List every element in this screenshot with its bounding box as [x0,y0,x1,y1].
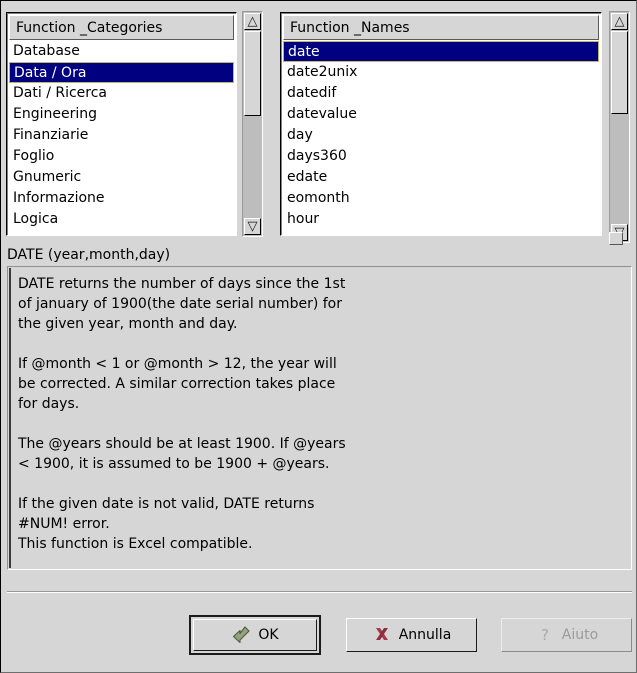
function-names-listbox[interactable]: Function _Names date date2unix datedif date… [280,12,602,236]
description-line: If the given date is not valid, DATE ret… [18,496,315,512]
function-category-label: Foglio [13,148,55,164]
cancel-button[interactable]: Annulla [346,618,477,652]
function-category-row[interactable]: Finanziarie [9,125,234,146]
help-button[interactable]: ? Aiuto [501,618,632,652]
categories-scroll-up-button[interactable]: △ [244,13,261,30]
help-button-label: Aiuto [561,627,599,643]
function-name-label: datevalue [287,106,357,122]
function-categories-items[interactable]: Database Data / Ora Dati / Ricerca Engineer… [9,41,234,235]
function-description-text: DATE returns the number of days since th… [9,268,630,568]
function-name-row[interactable]: datedif [283,83,599,104]
description-line: for days. [18,396,80,412]
red-x-icon [372,625,392,645]
description-line: the given year, month and day. [18,316,238,332]
function-names-items[interactable]: date date2unix datedif datevalue day days360 e… [283,41,599,235]
description-line: of january of 1900(the date serial numbe… [18,296,342,312]
function-name-label: eomonth [287,190,350,206]
svg-text:?: ? [541,626,549,644]
function-category-row[interactable]: Data / Ora [9,62,234,83]
function-name-row[interactable]: date2unix [283,62,599,83]
function-name-label: day [287,127,313,143]
names-scrollbar[interactable]: △ ▽ [609,11,630,243]
function-category-label: Finanziarie [13,127,89,143]
function-category-row[interactable]: Gnumeric [9,167,234,188]
action-area-separator [7,591,632,593]
function-category-label: Data / Ora [14,65,87,81]
resize-grip-icon[interactable] [609,232,623,245]
ok-button-label: OK [258,627,279,643]
function-name-row[interactable]: hour [283,209,599,230]
lists-row: Function _Categories Database Data / Ora D… [6,7,633,243]
function-name-row[interactable]: eomonth [283,188,599,209]
function-categories-listbox[interactable]: Function _Categories Database Data / Ora D… [6,12,237,236]
function-category-row[interactable]: Foglio [9,146,234,167]
function-name-label: hour [287,211,320,227]
description-line: This function is Excel compatible. [18,536,253,552]
function-name-label: date2unix [287,64,358,80]
categories-scroll-thumb[interactable] [244,31,261,116]
categories-scrollbar[interactable]: △ ▽ [242,11,263,237]
description-line: If @month < 1 or @month > 12, the year w… [18,356,337,372]
function-selector-dialog: Function _Categories Database Data / Ora D… [0,0,637,673]
function-names-header: Function _Names [283,15,599,40]
names-scroll-thumb[interactable] [611,31,628,115]
description-line: The @years should be at least 1900. If @… [18,436,346,452]
dialog-action-area: OK Annulla ? Aiuto [1,606,637,666]
function-name-row[interactable]: datevalue [283,104,599,125]
cancel-button-label: Annulla [398,627,452,643]
description-line [18,474,630,494]
function-name-row[interactable]: edate [283,167,599,188]
description-line: be corrected. A similar correction takes… [18,376,336,392]
function-category-label: Engineering [13,106,97,122]
function-categories-header: Function _Categories [9,15,234,40]
function-category-label: Logica [13,211,59,227]
function-names-pane: Function _Names date date2unix datedif date… [274,7,633,243]
function-category-row[interactable]: Logica [9,209,234,230]
function-name-label: date [288,44,320,60]
triangle-up-icon: △ [247,14,258,29]
function-name-row[interactable]: date [283,41,599,62]
description-line: #NUM! error. [18,516,110,532]
function-description-box: DATE returns the number of days since th… [7,266,632,570]
function-name-row[interactable]: day [283,125,599,146]
triangle-down-icon: ▽ [247,219,258,234]
function-category-label: Database [13,43,80,59]
function-category-label: Informazione [13,190,105,206]
function-category-row[interactable]: Dati / Ricerca [9,83,234,104]
description-line: DATE returns the number of days since th… [18,276,346,292]
description-line [18,334,630,354]
function-category-label: Gnumeric [13,169,82,185]
function-category-row[interactable]: Informazione [9,188,234,209]
function-name-row[interactable]: days360 [283,146,599,167]
function-name-label: datedif [287,85,337,101]
ok-button[interactable]: OK [189,615,321,655]
function-category-row[interactable]: Database [9,41,234,62]
enter-arrow-icon [231,625,251,645]
triangle-up-icon: △ [614,14,625,29]
description-line: < 1900, it is assumed to be 1900 + @year… [18,456,330,472]
function-categories-pane: Function _Categories Database Data / Ora D… [6,7,274,243]
function-signature-label: DATE (year,month,day) [7,247,171,263]
categories-scroll-down-button[interactable]: ▽ [244,218,261,235]
function-category-label: Dati / Ricerca [13,85,108,101]
function-category-row[interactable]: Engineering [9,104,234,125]
function-name-label: days360 [287,148,347,164]
function-name-label: edate [287,169,328,185]
question-mark-icon: ? [535,625,555,645]
description-line [18,414,630,434]
names-scroll-up-button[interactable]: △ [611,13,628,30]
